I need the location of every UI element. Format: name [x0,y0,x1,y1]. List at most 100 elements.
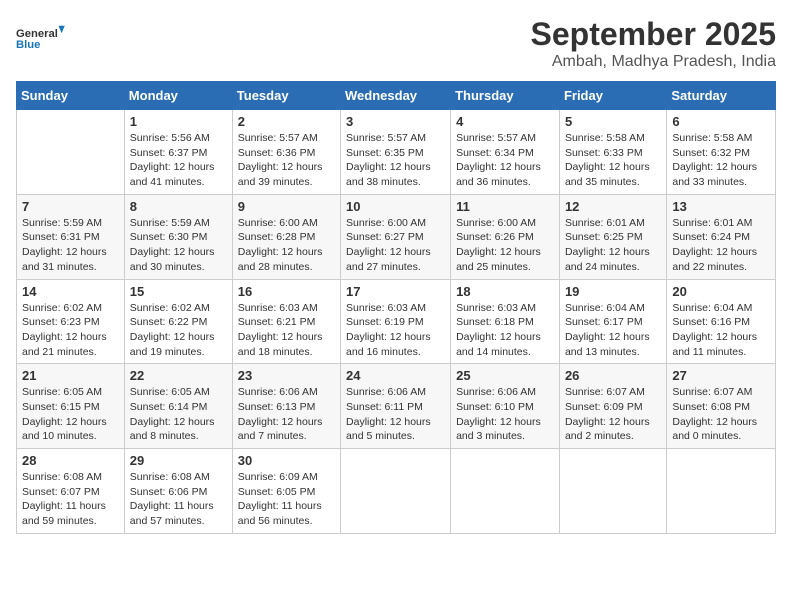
day-info: Sunrise: 5:57 AMSunset: 6:34 PMDaylight:… [456,131,554,190]
day-number: 18 [456,284,554,299]
day-info: Sunrise: 6:06 AMSunset: 6:10 PMDaylight:… [456,385,554,444]
logo: General Blue [16,16,66,61]
calendar-cell: 6Sunrise: 5:58 AMSunset: 6:32 PMDaylight… [667,110,776,195]
day-info: Sunrise: 5:58 AMSunset: 6:33 PMDaylight:… [565,131,661,190]
day-number: 17 [346,284,445,299]
calendar-cell: 3 Sunrise: 5:57 AMSunset: 6:35 PMDaylight… [341,110,451,195]
day-info: Sunrise: 6:00 AMSunset: 6:28 PMDaylight:… [238,216,335,275]
day-number: 2 [238,114,335,129]
day-number: 24 [346,368,445,383]
calendar-cell: 16 Sunrise: 6:03 AMSunset: 6:21 PMDayligh… [232,279,340,364]
calendar-week-row: 21 Sunrise: 6:05 AMSunset: 6:15 PMDayligh… [17,364,776,449]
weekday-header: Tuesday [232,82,340,110]
calendar-week-row: 28 Sunrise: 6:08 AMSunset: 6:07 PMDayligh… [17,449,776,534]
calendar-cell: 22Sunrise: 6:05 AMSunset: 6:14 PMDayligh… [124,364,232,449]
day-number: 26 [565,368,661,383]
day-number: 7 [22,199,119,214]
weekday-header: Thursday [451,82,560,110]
day-number: 4 [456,114,554,129]
day-number: 25 [456,368,554,383]
day-number: 30 [238,453,335,468]
day-info: Sunrise: 5:59 AMSunset: 6:31 PMDaylight:… [22,216,119,275]
weekday-header: Wednesday [341,82,451,110]
day-number: 6 [672,114,770,129]
calendar-week-row: 14 Sunrise: 6:02 AMSunset: 6:23 PMDayligh… [17,279,776,364]
day-number: 16 [238,284,335,299]
calendar-cell [559,449,666,534]
day-number: 21 [22,368,119,383]
svg-text:Blue: Blue [16,39,40,51]
calendar-cell: 20 Sunrise: 6:04 AMSunset: 6:16 PMDayligh… [667,279,776,364]
day-info: Sunrise: 6:00 AMSunset: 6:27 PMDaylight:… [346,216,445,275]
day-info: Sunrise: 6:04 AMSunset: 6:16 PMDaylight:… [672,301,770,360]
day-number: 10 [346,199,445,214]
month-title: September 2025 [531,16,776,53]
calendar-cell: 13Sunrise: 6:01 AMSunset: 6:24 PMDayligh… [667,194,776,279]
day-number: 28 [22,453,119,468]
day-number: 19 [565,284,661,299]
calendar-cell [667,449,776,534]
calendar-cell: 23 Sunrise: 6:06 AMSunset: 6:13 PMDayligh… [232,364,340,449]
calendar-cell: 29 Sunrise: 6:08 AMSunset: 6:06 PMDayligh… [124,449,232,534]
weekday-header: Monday [124,82,232,110]
day-info: Sunrise: 6:04 AMSunset: 6:17 PMDaylight:… [565,301,661,360]
calendar-cell: 12 Sunrise: 6:01 AMSunset: 6:25 PMDayligh… [559,194,666,279]
day-number: 1 [130,114,227,129]
weekday-header: Saturday [667,82,776,110]
day-info: Sunrise: 6:06 AMSunset: 6:13 PMDaylight:… [238,385,335,444]
calendar-cell: 27 Sunrise: 6:07 AMSunset: 6:08 PMDayligh… [667,364,776,449]
calendar-cell: 21 Sunrise: 6:05 AMSunset: 6:15 PMDayligh… [17,364,125,449]
calendar-cell: 1 Sunrise: 5:56 AMSunset: 6:37 PMDaylight… [124,110,232,195]
day-number: 14 [22,284,119,299]
day-info: Sunrise: 6:07 AMSunset: 6:09 PMDaylight:… [565,385,661,444]
day-info: Sunrise: 6:08 AMSunset: 6:06 PMDaylight:… [130,470,227,529]
day-number: 3 [346,114,445,129]
day-number: 13 [672,199,770,214]
day-info: Sunrise: 6:00 AMSunset: 6:26 PMDaylight:… [456,216,554,275]
day-number: 20 [672,284,770,299]
day-info: Sunrise: 6:08 AMSunset: 6:07 PMDaylight:… [22,470,119,529]
day-info: Sunrise: 6:07 AMSunset: 6:08 PMDaylight:… [672,385,770,444]
calendar-week-row: 1 Sunrise: 5:56 AMSunset: 6:37 PMDaylight… [17,110,776,195]
logo-svg: General Blue [16,16,66,61]
day-number: 5 [565,114,661,129]
subtitle: Ambah, Madhya Pradesh, India [531,53,776,71]
calendar-cell: 25 Sunrise: 6:06 AMSunset: 6:10 PMDayligh… [451,364,560,449]
calendar-cell: 19 Sunrise: 6:04 AMSunset: 6:17 PMDayligh… [559,279,666,364]
calendar-cell: 26 Sunrise: 6:07 AMSunset: 6:09 PMDayligh… [559,364,666,449]
svg-text:General: General [16,28,58,40]
day-number: 15 [130,284,227,299]
calendar-cell: 15Sunrise: 6:02 AMSunset: 6:22 PMDayligh… [124,279,232,364]
calendar-table: SundayMondayTuesdayWednesdayThursdayFrid… [16,81,776,534]
day-info: Sunrise: 6:03 AMSunset: 6:19 PMDaylight:… [346,301,445,360]
day-number: 29 [130,453,227,468]
calendar-cell [17,110,125,195]
day-number: 23 [238,368,335,383]
day-info: Sunrise: 5:57 AMSunset: 6:35 PMDaylight:… [346,131,445,190]
calendar-week-row: 7 Sunrise: 5:59 AMSunset: 6:31 PMDaylight… [17,194,776,279]
calendar-cell: 7 Sunrise: 5:59 AMSunset: 6:31 PMDaylight… [17,194,125,279]
calendar-cell: 18Sunrise: 6:03 AMSunset: 6:18 PMDayligh… [451,279,560,364]
calendar-cell: 4 Sunrise: 5:57 AMSunset: 6:34 PMDaylight… [451,110,560,195]
title-area: September 2025 Ambah, Madhya Pradesh, In… [531,16,776,71]
day-number: 12 [565,199,661,214]
day-number: 9 [238,199,335,214]
calendar-cell: 14 Sunrise: 6:02 AMSunset: 6:23 PMDayligh… [17,279,125,364]
weekday-header-row: SundayMondayTuesdayWednesdayThursdayFrid… [17,82,776,110]
calendar-cell: 10 Sunrise: 6:00 AMSunset: 6:27 PMDayligh… [341,194,451,279]
day-number: 8 [130,199,227,214]
header: General Blue September 2025 Ambah, Madhy… [16,16,776,71]
calendar-cell: 2Sunrise: 5:57 AMSunset: 6:36 PMDaylight… [232,110,340,195]
calendar-cell: 8Sunrise: 5:59 AMSunset: 6:30 PMDaylight… [124,194,232,279]
day-info: Sunrise: 6:03 AMSunset: 6:21 PMDaylight:… [238,301,335,360]
day-info: Sunrise: 6:05 AMSunset: 6:14 PMDaylight:… [130,385,227,444]
day-info: Sunrise: 6:05 AMSunset: 6:15 PMDaylight:… [22,385,119,444]
day-info: Sunrise: 6:01 AMSunset: 6:25 PMDaylight:… [565,216,661,275]
day-info: Sunrise: 6:02 AMSunset: 6:23 PMDaylight:… [22,301,119,360]
weekday-header: Friday [559,82,666,110]
day-info: Sunrise: 5:56 AMSunset: 6:37 PMDaylight:… [130,131,227,190]
day-number: 27 [672,368,770,383]
calendar-cell [451,449,560,534]
calendar-cell: 30Sunrise: 6:09 AMSunset: 6:05 PMDayligh… [232,449,340,534]
calendar-cell [341,449,451,534]
